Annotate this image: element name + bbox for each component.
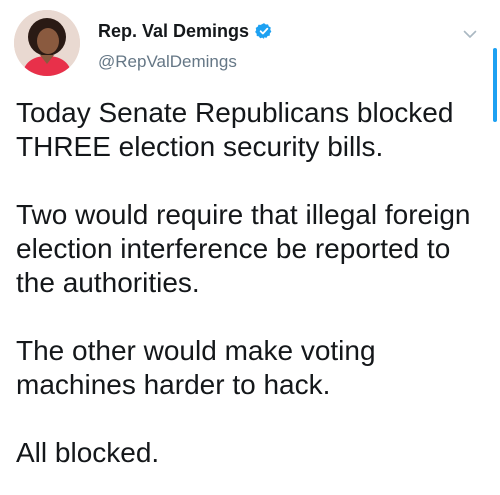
tweet-card: Rep. Val Demings @RepValDemings Today Se… <box>0 0 500 495</box>
tweet-paragraph: The other would make voting machines har… <box>16 335 376 400</box>
author-name[interactable]: Rep. Val Demings <box>98 21 249 42</box>
verified-badge-icon <box>255 23 272 39</box>
tweet-paragraph: Today Senate Republicans blocked THREE e… <box>16 97 454 162</box>
tweet-paragraph: All blocked. <box>16 437 160 468</box>
chevron-down-icon[interactable] <box>462 26 478 42</box>
avatar[interactable] <box>14 10 80 76</box>
tweet-text: Today Senate Republicans blocked THREE e… <box>16 96 482 470</box>
scrollbar[interactable] <box>493 48 497 122</box>
author-handle[interactable]: @RepValDemings <box>98 52 237 72</box>
tweet-paragraph: Two would require that illegal foreign e… <box>16 199 471 298</box>
avatar-image <box>14 10 80 76</box>
